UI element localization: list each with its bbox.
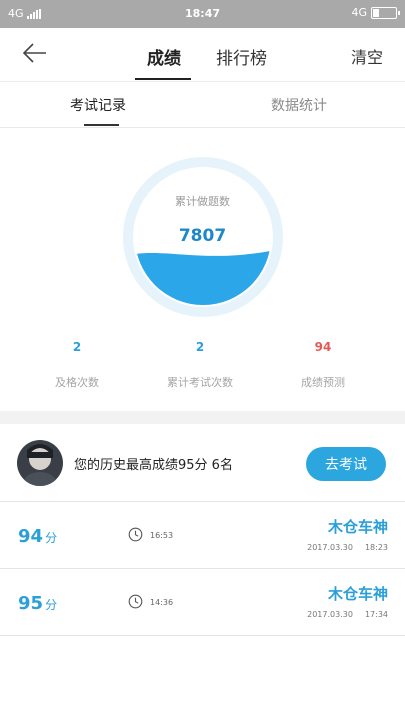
best-score-row: 您的历史最高成绩95分 6名 去考试 bbox=[0, 424, 405, 502]
stat-label: 及格次数 bbox=[55, 376, 99, 389]
battery-icon bbox=[371, 6, 400, 19]
tab-ranking[interactable]: 排行榜 bbox=[216, 44, 267, 69]
avatar bbox=[17, 440, 63, 486]
record-score-value: 95 bbox=[18, 593, 44, 614]
record-score: 95 分 bbox=[18, 593, 57, 614]
stat-label: 成绩预测 bbox=[301, 376, 345, 389]
record-score-value: 94 bbox=[18, 526, 44, 547]
record-duration: 16:53 bbox=[150, 531, 174, 540]
record-clock-time: 18:23 bbox=[364, 543, 388, 552]
stat-label: 累计考试次数 bbox=[167, 376, 233, 389]
record-clock-time: 17:34 bbox=[364, 610, 388, 619]
gauge-caption: 累计做题数 bbox=[175, 195, 230, 208]
stat-value: 2 bbox=[195, 340, 205, 354]
record-date: 2017.03.30 bbox=[307, 543, 353, 552]
stat-value: 2 bbox=[72, 340, 82, 354]
list-item[interactable]: 94 分 16:53 木仓车神 2017.03.30 18:23 bbox=[0, 502, 405, 569]
record-date: 2017.03.30 bbox=[307, 610, 353, 619]
back-button[interactable] bbox=[18, 40, 52, 70]
stat-pass-count: 2 及格次数 bbox=[17, 340, 137, 390]
list-item[interactable]: 95 分 14:36 木仓车神 2017.03.30 17:34 bbox=[0, 569, 405, 636]
status-bar: 4G 18:47 4G bbox=[0, 0, 405, 28]
subtab-active-indicator bbox=[84, 124, 119, 126]
record-user-name: 木仓车神 bbox=[327, 518, 388, 536]
gauge-total-value: 7807 bbox=[178, 226, 227, 246]
clock-icon bbox=[128, 527, 143, 542]
stat-value: 94 bbox=[314, 340, 332, 354]
record-datetime: 2017.03.30 17:34 bbox=[307, 610, 388, 619]
stat-exam-count: 2 累计考试次数 bbox=[140, 340, 260, 390]
tab-active-indicator bbox=[135, 78, 191, 80]
subtab-bar: 考试记录 数据统计 bbox=[0, 82, 405, 128]
clear-button[interactable]: 清空 bbox=[351, 44, 383, 68]
nav-header: 成绩 排行榜 清空 bbox=[0, 28, 405, 82]
record-score-unit: 分 bbox=[45, 531, 58, 545]
network-type-right: 4G bbox=[351, 6, 367, 19]
record-score: 94 分 bbox=[18, 526, 57, 547]
record-duration: 14:36 bbox=[150, 598, 174, 607]
take-exam-button[interactable]: 去考试 bbox=[306, 447, 386, 481]
record-user-name: 木仓车神 bbox=[327, 585, 388, 603]
subtab-exam-records[interactable]: 考试记录 bbox=[70, 95, 126, 115]
subtab-statistics[interactable]: 数据统计 bbox=[271, 95, 327, 115]
arrow-left-icon bbox=[22, 43, 46, 63]
best-score-text: 您的历史最高成绩95分 6名 bbox=[74, 458, 233, 473]
record-datetime: 2017.03.30 18:23 bbox=[307, 543, 388, 552]
status-right: 4G bbox=[351, 6, 400, 19]
status-time: 18:47 bbox=[184, 7, 220, 20]
record-score-unit: 分 bbox=[45, 598, 58, 612]
section-divider bbox=[0, 411, 405, 424]
clock-icon bbox=[128, 594, 143, 609]
stat-score-prediction: 94 成绩预测 bbox=[263, 340, 383, 390]
tab-score[interactable]: 成绩 bbox=[147, 44, 181, 69]
